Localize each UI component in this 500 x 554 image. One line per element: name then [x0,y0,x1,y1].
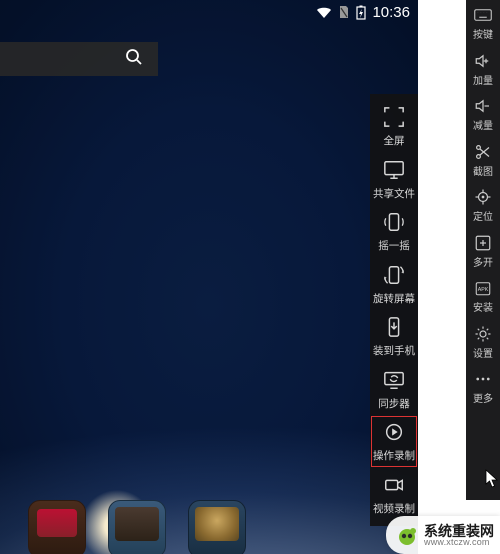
camcorder-icon [383,474,405,501]
settings-button[interactable]: 设置 [466,319,500,365]
share-files-button[interactable]: 共享文件 [370,153,418,206]
rotate-button[interactable]: 旋转屏幕 [370,258,418,311]
locate-icon [474,188,492,211]
wifi-icon [316,5,332,19]
search-bar[interactable] [0,42,158,76]
keyboard-icon [474,6,492,29]
watermark: 系统重装网 www.xtczw.com [386,516,500,554]
emulator-screen: 10:36 全屏共享文件摇一摇旋转屏幕装到手机同步器操作录制视频录制 [0,0,418,554]
shake-label: 摇一摇 [378,241,410,253]
watermark-title: 系统重装网 [424,524,494,538]
keys-button[interactable]: 按键 [466,0,500,46]
shake-button[interactable]: 摇一摇 [370,205,418,258]
status-bar: 10:36 [316,0,418,24]
monitor-share-icon [383,159,405,186]
dock-app-3[interactable] [188,500,246,554]
more-button[interactable]: 更多 [466,364,500,410]
locate-button[interactable]: 定位 [466,182,500,228]
search-icon [124,47,144,72]
sim-icon [338,5,350,19]
multi-open-button[interactable]: 多开 [466,228,500,274]
install-label: 装到手机 [373,346,415,358]
fullscreen-label: 全屏 [384,136,405,148]
multi-open-label: 多开 [473,259,493,270]
screenshot-button[interactable]: 截图 [466,137,500,183]
to-phone-icon [383,316,405,343]
screenshot-label: 截图 [473,168,493,179]
shake-icon [383,211,405,238]
fullscreen-button[interactable]: 全屏 [370,100,418,153]
more-label: 更多 [473,395,493,406]
vol-down-icon [474,97,492,120]
vid-record-button[interactable]: 视频录制 [370,468,418,521]
vid-record-label: 视频录制 [373,504,415,516]
vol-down-label: 减量 [473,122,493,133]
emulator-toolbar: 全屏共享文件摇一摇旋转屏幕装到手机同步器操作录制视频录制 [370,94,418,526]
sync-monitor-icon [383,369,405,396]
op-record-icon [383,421,405,448]
locate-label: 定位 [473,213,493,224]
fullscreen-icon [383,106,405,133]
syncer-button[interactable]: 同步器 [370,363,418,416]
op-record-button[interactable]: 操作录制 [370,415,418,468]
watermark-url: www.xtczw.com [424,538,494,547]
apk-icon [474,279,492,302]
vol-up-icon [474,52,492,75]
vol-down-button[interactable]: 减量 [466,91,500,137]
syncer-label: 同步器 [378,399,410,411]
host-sidebar: 按键加量减量截图定位多开安装设置更多 [466,0,500,500]
vol-up-button[interactable]: 加量 [466,46,500,92]
scissors-icon [474,143,492,166]
dots-icon [474,370,492,393]
gear-icon [474,325,492,348]
rotate-label: 旋转屏幕 [373,294,415,306]
status-time: 10:36 [372,4,410,21]
watermark-logo-icon [394,522,420,548]
plus-box-icon [474,234,492,257]
settings-label: 设置 [473,350,493,361]
install-button[interactable]: 装到手机 [370,310,418,363]
op-record-label: 操作录制 [373,451,415,463]
dock [28,500,246,554]
apk-install-label: 安装 [473,304,493,315]
apk-install-button[interactable]: 安装 [466,273,500,319]
dock-app-2[interactable] [108,500,166,554]
vol-up-label: 加量 [473,77,493,88]
keys-label: 按键 [473,31,493,42]
share-files-label: 共享文件 [373,189,415,201]
rotate-icon [383,264,405,291]
mouse-cursor-icon [484,469,500,494]
dock-app-1[interactable] [28,500,86,554]
battery-charging-icon [356,5,366,20]
